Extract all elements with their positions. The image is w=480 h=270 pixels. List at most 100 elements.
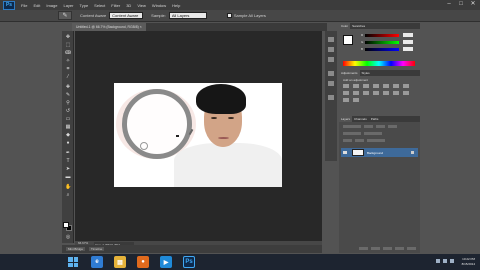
foreground-color-swatch[interactable]: [63, 222, 69, 228]
gradient-icon[interactable]: ▦: [65, 125, 71, 130]
clone-stamp-icon[interactable]: ⚲: [65, 101, 71, 106]
windows-start-icon[interactable]: [66, 255, 80, 269]
black-white-icon[interactable]: [343, 91, 349, 95]
zoom-tool-icon[interactable]: ⌕: [65, 193, 71, 198]
tab-channels[interactable]: Channels: [352, 117, 369, 121]
menu-filter[interactable]: Filter: [111, 3, 120, 8]
minimize-button[interactable]: –: [445, 1, 453, 8]
slider-red-value[interactable]: [403, 33, 413, 37]
paragraph-panel-icon[interactable]: [328, 81, 334, 86]
menu-type[interactable]: Type: [80, 3, 89, 8]
color-spectrum[interactable]: [343, 61, 415, 66]
mask-icon[interactable]: [383, 247, 392, 250]
trash-icon[interactable]: [407, 247, 416, 250]
sample-all-layers-checkbox[interactable]: [226, 13, 232, 18]
character-panel-icon[interactable]: [328, 71, 334, 76]
slider-blue-value[interactable]: [403, 47, 413, 51]
history-panel-icon[interactable]: [328, 37, 334, 42]
document-canvas[interactable]: [114, 83, 282, 187]
menu-select[interactable]: Select: [94, 3, 105, 8]
dodge-tool-icon[interactable]: ●: [65, 141, 71, 146]
close-button[interactable]: ✕: [469, 1, 477, 8]
menu-3d[interactable]: 3D: [126, 3, 131, 8]
shape-tool-icon[interactable]: ▬: [65, 175, 71, 180]
slider-blue-track[interactable]: [365, 47, 399, 51]
tab-paths[interactable]: Paths: [369, 117, 381, 121]
document-tab[interactable]: Untitled-1 @ 66.7% (Background, RGB/8) ×: [72, 23, 146, 31]
levels-icon[interactable]: [353, 84, 359, 88]
mode-select[interactable]: Content Aware: [109, 12, 144, 19]
fx-icon[interactable]: [371, 247, 380, 250]
marquee-tool-icon[interactable]: ⬚: [65, 43, 71, 48]
brush-tool-icon[interactable]: ✎: [65, 93, 71, 98]
menu-edit[interactable]: Edit: [33, 3, 40, 8]
tab-timeline[interactable]: Timeline: [89, 247, 105, 251]
ie-icon[interactable]: e: [91, 256, 103, 268]
threshold-icon[interactable]: [403, 91, 409, 95]
filter-adjust-icon[interactable]: [376, 125, 385, 128]
eyedropper-icon[interactable]: ⁄: [65, 75, 71, 80]
vibrance-icon[interactable]: [383, 84, 389, 88]
color-balance-icon[interactable]: [403, 84, 409, 88]
info-panel-icon[interactable]: [328, 57, 334, 62]
lock-pixels-icon[interactable]: [343, 139, 352, 142]
tab-layers[interactable]: Layers: [339, 116, 353, 122]
lasso-tool-icon[interactable]: ↂ: [65, 51, 71, 56]
curves-icon[interactable]: [363, 84, 369, 88]
hand-tool-icon[interactable]: ✋: [65, 185, 71, 190]
fill-field[interactable]: [367, 139, 385, 142]
slider-blue[interactable]: B: [361, 47, 417, 51]
brightness-icon[interactable]: [343, 84, 349, 88]
color-panel-foreground[interactable]: [343, 35, 353, 45]
slider-red[interactable]: R: [361, 33, 417, 37]
volume-icon[interactable]: [450, 259, 454, 263]
channel-mixer-icon[interactable]: [363, 91, 369, 95]
selective-color-icon[interactable]: [353, 98, 359, 102]
tab-adjustments[interactable]: Adjustments: [339, 70, 360, 76]
eraser-icon[interactable]: ▭: [65, 117, 71, 122]
slider-green[interactable]: G: [361, 40, 417, 44]
quick-select-icon[interactable]: ✧: [65, 59, 71, 64]
history-brush-icon[interactable]: ↺: [65, 109, 71, 114]
blend-mode-select[interactable]: [343, 132, 361, 135]
sample-select[interactable]: All Layers: [168, 12, 207, 19]
tab-color[interactable]: Color: [339, 23, 351, 29]
visibility-eye-icon[interactable]: [343, 151, 347, 154]
type-tool-icon[interactable]: T: [65, 159, 71, 164]
firefox-icon[interactable]: ●: [137, 256, 149, 268]
exposure-icon[interactable]: [373, 84, 379, 88]
brush-icon[interactable]: ✎: [58, 11, 72, 20]
menu-help[interactable]: Help: [172, 3, 180, 8]
tab-mini-bridge[interactable]: Mini Bridge: [66, 247, 86, 251]
tab-styles[interactable]: Styles: [360, 71, 372, 75]
maximize-button[interactable]: □: [457, 1, 465, 8]
tab-swatches[interactable]: Swatches: [350, 24, 367, 28]
tray-arrow-icon[interactable]: [436, 259, 440, 263]
slider-red-track[interactable]: [365, 33, 399, 37]
gradient-map-icon[interactable]: [343, 98, 349, 102]
new-group-icon[interactable]: [395, 247, 404, 250]
path-select-icon[interactable]: ➤: [65, 167, 71, 172]
menu-layer[interactable]: Layer: [63, 3, 73, 8]
posterize-icon[interactable]: [393, 91, 399, 95]
slider-green-track[interactable]: [365, 40, 399, 44]
invert-icon[interactable]: [383, 91, 389, 95]
layer-row-background[interactable]: Background: [341, 148, 418, 157]
crop-tool-icon[interactable]: ⌗: [65, 67, 71, 72]
color-lookup-icon[interactable]: [373, 91, 379, 95]
pen-tool-icon[interactable]: ✒: [65, 151, 71, 156]
lock-position-icon[interactable]: [355, 139, 364, 142]
filter-pixel-icon[interactable]: [364, 125, 373, 128]
filter-type-icon[interactable]: [388, 125, 397, 128]
folder-icon[interactable]: ▤: [114, 256, 126, 268]
network-icon[interactable]: [443, 259, 447, 263]
hue-saturation-icon[interactable]: [393, 84, 399, 88]
move-tool-icon[interactable]: ✥: [65, 35, 71, 40]
properties-panel-icon[interactable]: [328, 47, 334, 52]
link-layers-icon[interactable]: [359, 247, 368, 250]
healing-brush-icon[interactable]: ✚: [65, 85, 71, 90]
slider-green-value[interactable]: [403, 40, 413, 44]
blur-tool-icon[interactable]: ◆: [65, 133, 71, 138]
layer-kind-filter[interactable]: [343, 125, 361, 128]
photo-filter-icon[interactable]: [353, 91, 359, 95]
